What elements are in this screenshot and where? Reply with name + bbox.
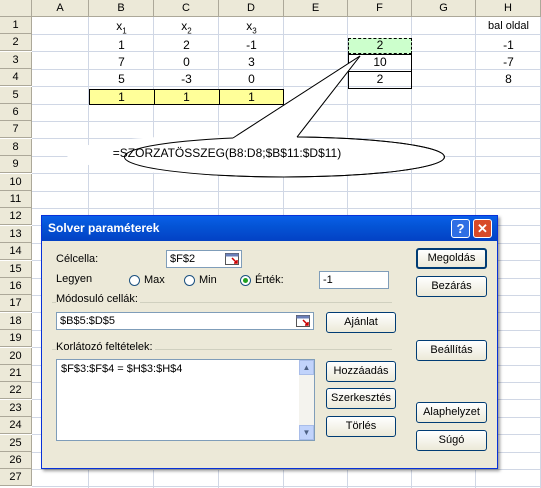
options-button[interactable]: Beállítás xyxy=(416,340,487,361)
min-label: Min xyxy=(199,274,217,286)
constraint-item[interactable]: $F$3:$F$4 = $H$3:$H$4 xyxy=(61,363,182,375)
close-icon[interactable]: ✕ xyxy=(473,219,492,238)
scroll-up-icon[interactable]: ▲ xyxy=(299,360,314,375)
range-picker-icon[interactable] xyxy=(225,253,239,265)
dialog-titlebar[interactable]: Solver paraméterek ? ✕ xyxy=(42,216,497,241)
help-icon[interactable]: ? xyxy=(451,219,470,238)
min-radio[interactable] xyxy=(184,275,195,286)
target-cell-label: Célcella: xyxy=(56,253,99,265)
scroll-down-icon[interactable]: ▼ xyxy=(299,425,314,440)
value-of-radio[interactable] xyxy=(240,275,251,286)
guess-button[interactable]: Ajánlat xyxy=(326,312,396,333)
solver-dialog: Solver paraméterek ? ✕ Célcella: $F$2 Le… xyxy=(41,215,498,469)
constraints-scrollbar[interactable]: ▲ ▼ xyxy=(299,360,314,440)
value-of-input[interactable]: -1 xyxy=(319,271,389,289)
add-button[interactable]: Hozzáadás xyxy=(326,361,396,382)
reset-all-button[interactable]: Alaphelyzet xyxy=(416,402,487,423)
constraints-label: Korlátozó feltételek: xyxy=(56,341,155,353)
callout-formula-text: =SZORZATÖSSZEG(B8:D8;$B$11:$D$11) xyxy=(112,146,342,160)
constraints-list[interactable]: $F$3:$F$4 = $H$3:$H$4 ▲ ▼ xyxy=(56,359,315,441)
change-button[interactable]: Szerkesztés xyxy=(326,388,396,409)
close-button[interactable]: Bezárás xyxy=(416,276,487,297)
dialog-title: Solver paraméterek xyxy=(48,221,160,235)
solve-button[interactable]: Megoldás xyxy=(416,248,487,269)
range-picker-icon[interactable] xyxy=(296,315,310,327)
value-of-label: Érték: xyxy=(255,274,284,286)
changing-cells-label: Módosuló cellák: xyxy=(56,293,140,305)
max-label: Max xyxy=(144,274,165,286)
max-radio[interactable] xyxy=(129,275,140,286)
changing-cells-input[interactable]: $B$5:$D$5 xyxy=(56,312,314,330)
equal-to-label: Legyen xyxy=(56,273,93,285)
help-button[interactable]: Súgó xyxy=(416,430,487,451)
delete-button[interactable]: Törlés xyxy=(326,416,396,437)
